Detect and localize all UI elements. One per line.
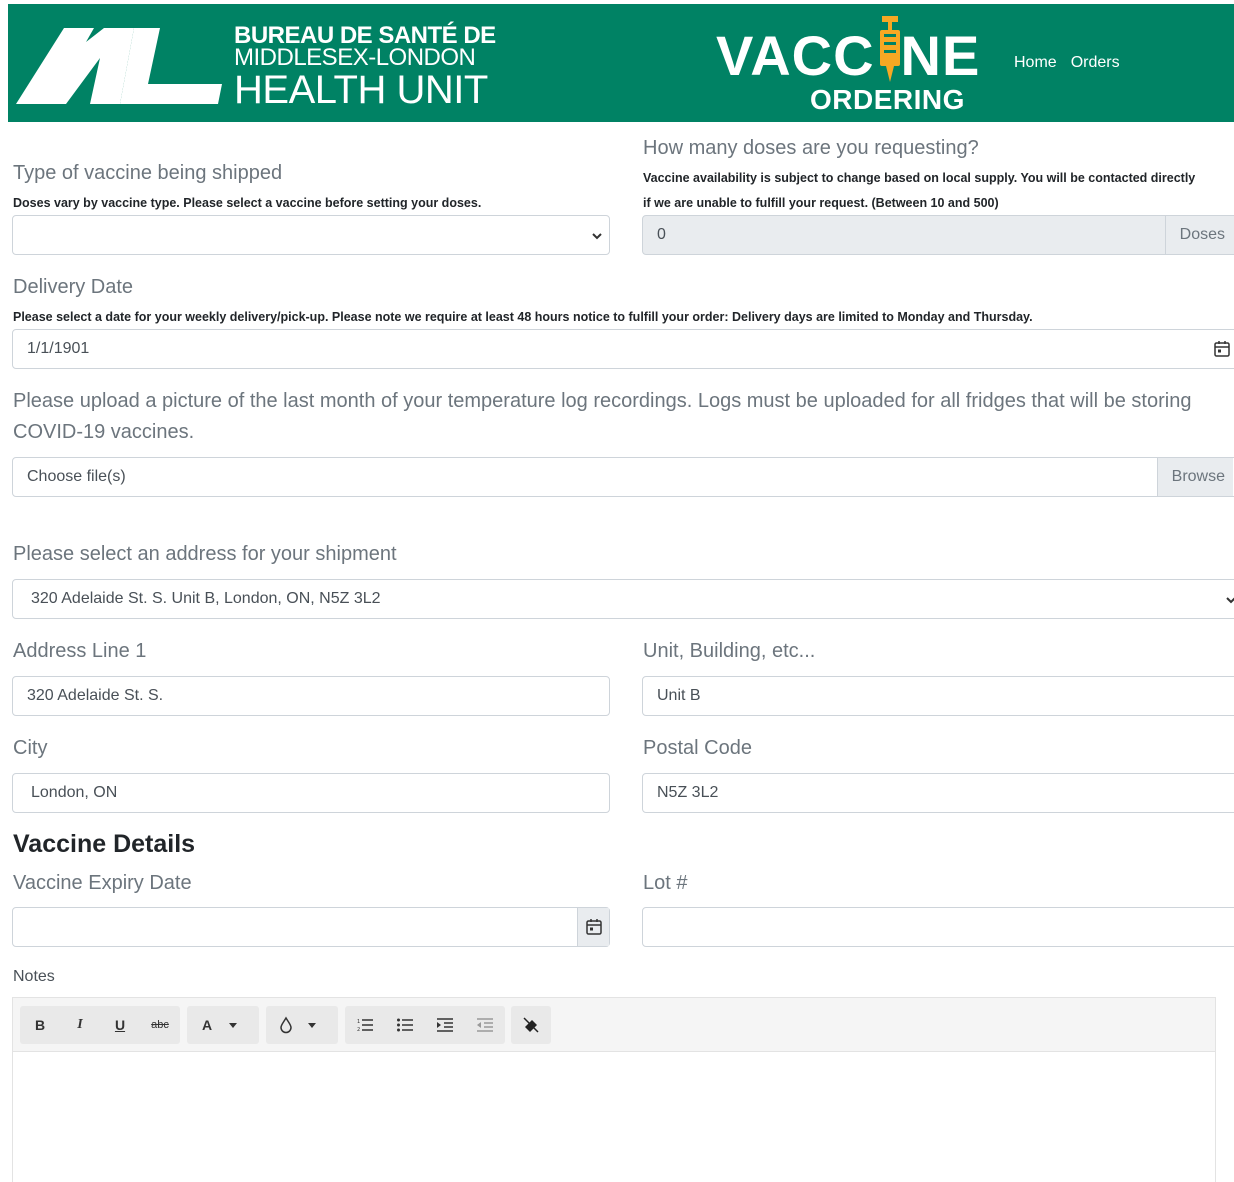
notes-label: Notes [13,968,55,985]
clear-format-group [511,1006,551,1044]
lot-label: Lot # [643,872,688,894]
doses-value: 0 [657,226,666,243]
health-unit-line3: HEALTH UNIT [234,68,488,112]
highlight-button[interactable] [266,1006,306,1044]
doses-input[interactable]: 0 Doses [642,215,1234,255]
highlight-color-group[interactable] [266,1006,338,1044]
postal-code-input[interactable]: N5Z 3L2 [642,773,1234,813]
vaccine-logo-subtitle: ORDERING [810,84,965,115]
unit-value: Unit B [657,687,701,704]
strikethrough-button[interactable]: abc [140,1006,180,1044]
vaccine-ordering-logo: VACC NE ORDERING [716,14,996,114]
vaccine-logo-left: VACC [716,24,875,87]
indent-icon [437,1018,453,1032]
calendar-icon[interactable] [1213,340,1231,358]
ordered-list-button[interactable]: 12 [345,1006,385,1044]
health-unit-line2: MIDDLESEX-LONDON [234,44,476,71]
city-label: City [13,737,48,759]
city-value: London, ON [31,784,118,801]
delivery-date-label: Delivery Date [13,276,134,298]
doses-label: How many doses are you requesting? [643,137,979,159]
file-upload-placeholder: Choose file(s) [27,468,126,485]
unit-label: Unit, Building, etc... [643,640,816,662]
delivery-date-hint: Please select a date for your weekly del… [13,310,1033,324]
vaccine-logo-text: VACC NE [716,28,980,84]
address-line1-input[interactable]: 320 Adelaide St. S. [12,676,610,716]
main-nav: Home Orders [1014,54,1134,72]
doses-addon: Doses [1164,216,1233,254]
caret-down-icon[interactable] [227,1019,239,1031]
postal-code-label: Postal Code [643,737,752,759]
address-line1-value: 320 Adelaide St. S. [27,687,164,704]
font-color-button[interactable]: A [187,1006,227,1044]
underline-button[interactable]: U [100,1006,140,1044]
vaccine-type-hint: Doses vary by vaccine type. Please selec… [13,196,482,210]
outdent-button[interactable] [465,1006,505,1044]
upload-label-line1: Please upload a picture of the last mont… [13,390,1192,412]
nav-home-link[interactable]: Home [1014,54,1057,71]
chevron-down-icon [1226,597,1234,604]
notes-toolbar: B I U abc A 12 [13,998,1215,1052]
vaccine-logo-right: NE [900,24,981,87]
notes-editor: B I U abc A 12 [12,997,1216,1182]
caret-down-icon[interactable] [306,1019,318,1031]
calendar-icon [586,919,602,935]
chevron-down-icon [592,233,602,240]
vaccine-type-select[interactable] [12,215,610,255]
list-indent-group: 12 [345,1006,505,1044]
delivery-date-value: 1/1/1901 [27,340,90,357]
italic-button[interactable]: I [60,1006,100,1044]
browse-button[interactable]: Browse [1156,458,1233,496]
unordered-list-button[interactable] [385,1006,425,1044]
eraser-icon [523,1017,539,1033]
nav-orders-link[interactable]: Orders [1071,54,1120,71]
unordered-list-icon [397,1018,413,1032]
ordered-list-icon: 12 [357,1019,373,1033]
droplet-icon [280,1016,292,1034]
health-unit-wordmark: BUREAU DE SANTÉ DE MIDDLESEX-LONDON HEAL… [234,24,496,112]
city-input[interactable]: London, ON [12,773,610,813]
file-upload-input[interactable]: Choose file(s) Browse [12,457,1234,497]
text-style-group: B I U abc [20,1006,180,1044]
site-header: BUREAU DE SANTÉ DE MIDDLESEX-LONDON HEAL… [8,4,1234,122]
expiry-date-picker-button[interactable] [577,908,609,946]
bold-button[interactable]: B [20,1006,60,1044]
unit-input[interactable]: Unit B [642,676,1234,716]
outdent-icon [477,1018,493,1032]
expiry-date-label: Vaccine Expiry Date [13,872,192,894]
svg-text:2: 2 [357,1027,360,1033]
lot-input[interactable] [642,907,1234,947]
postal-code-value: N5Z 3L2 [657,784,719,801]
delivery-date-input[interactable]: 1/1/1901 [12,329,1234,369]
shipment-address-label: Please select an address for your shipme… [13,543,397,565]
indent-button[interactable] [425,1006,465,1044]
doses-hint-line1: Vaccine availability is subject to chang… [643,171,1196,185]
vaccine-type-label: Type of vaccine being shipped [13,162,283,184]
shipment-address-select[interactable]: 320 Adelaide St. S. Unit B, London, ON, … [12,579,1234,619]
font-color-group[interactable]: A [187,1006,259,1044]
expiry-date-input[interactable] [12,907,610,947]
shipment-address-value: 320 Adelaide St. S. Unit B, London, ON, … [31,590,381,607]
syringe-icon [880,16,900,82]
doses-hint-line2: if we are unable to fulfill your request… [643,196,999,210]
vaccine-details-title: Vaccine Details [13,830,196,858]
ml-logo-icon [16,28,222,104]
address-line1-label: Address Line 1 [13,640,147,662]
upload-label-line2: COVID-19 vaccines. [13,421,195,443]
svg-text:1: 1 [357,1019,360,1025]
clear-format-button[interactable] [511,1006,551,1044]
